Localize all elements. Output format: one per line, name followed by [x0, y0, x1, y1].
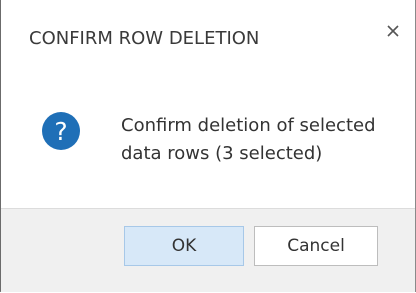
message-line-1: Confirm deletion of selected [121, 115, 376, 136]
confirm-message: Confirm deletion of selected data rows (… [121, 112, 401, 168]
ok-button[interactable]: OK [124, 226, 244, 266]
message-line-2: data rows (3 selected) [121, 143, 323, 164]
confirm-dialog: CONFIRM ROW DELETION ? Confirm deletion … [0, 0, 416, 292]
dialog-title-bar: CONFIRM ROW DELETION [1, 0, 415, 74]
cancel-button[interactable]: Cancel [254, 226, 378, 266]
close-icon [387, 25, 399, 37]
close-button[interactable] [382, 20, 404, 42]
svg-text:?: ? [54, 117, 67, 146]
dialog-title: CONFIRM ROW DELETION [29, 28, 260, 49]
question-icon: ? [42, 112, 80, 150]
